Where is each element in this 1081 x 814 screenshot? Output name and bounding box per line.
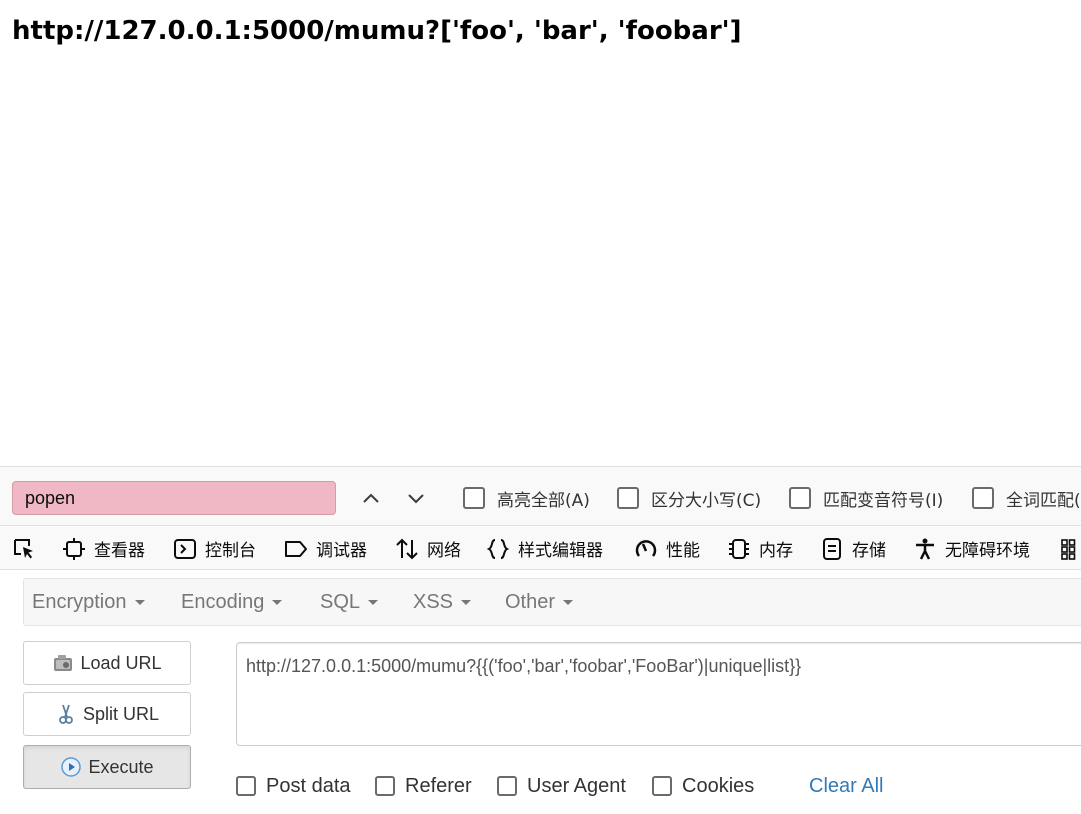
caret-down-icon: [368, 599, 379, 605]
match-case-label: 区分大小写(C): [651, 490, 762, 511]
find-input[interactable]: [12, 481, 336, 515]
storage-icon: [823, 537, 841, 560]
tab-inspector[interactable]: 查看器: [62, 527, 145, 570]
match-diacritics-option[interactable]: 匹配变音符号(I): [789, 484, 943, 512]
menu-sql[interactable]: SQL: [320, 579, 379, 625]
load-url-button[interactable]: Load URL: [23, 641, 191, 685]
menu-encoding[interactable]: Encoding: [181, 579, 283, 625]
match-diacritics-checkbox[interactable]: [789, 487, 811, 509]
scissors-icon: [59, 704, 73, 724]
tab-console[interactable]: 控制台: [173, 527, 256, 570]
clear-all-link[interactable]: Clear All: [809, 772, 883, 800]
debugger-icon: [285, 540, 307, 557]
tab-style-editor-label: 样式编辑器: [518, 541, 603, 561]
load-url-label: Load URL: [80, 652, 162, 673]
find-previous-button[interactable]: [356, 483, 386, 513]
execute-button[interactable]: Execute: [23, 745, 191, 789]
user-agent-label: User Agent: [527, 774, 626, 797]
tab-network[interactable]: 网络: [395, 527, 461, 570]
highlight-all-option[interactable]: 高亮全部(A): [463, 484, 590, 512]
page-heading: http://127.0.0.1:5000/mumu?['foo', 'bar'…: [12, 16, 742, 46]
tab-more-tools[interactable]: [1060, 527, 1081, 570]
tab-performance[interactable]: 性能: [634, 527, 700, 570]
tab-debugger[interactable]: 调试器: [284, 527, 367, 570]
hackbar-menu: Encryption Encoding SQL XSS Other: [23, 578, 1081, 626]
grid-icon: [1061, 538, 1076, 560]
post-data-checkbox[interactable]: [236, 776, 256, 796]
tab-accessibility-label: 无障碍环境: [945, 541, 1030, 561]
tab-storage-label: 存储: [852, 541, 886, 561]
tab-performance-label: 性能: [666, 541, 700, 561]
menu-encryption[interactable]: Encryption: [32, 579, 145, 625]
user-agent-option[interactable]: User Agent: [497, 772, 626, 800]
url-textarea[interactable]: http://127.0.0.1:5000/mumu?{{('foo','bar…: [236, 642, 1081, 746]
user-agent-checkbox[interactable]: [497, 776, 517, 796]
accessibility-icon: [916, 538, 934, 560]
console-icon: [174, 538, 196, 559]
load-url-icon: [54, 655, 73, 671]
tab-accessibility[interactable]: 无障碍环境: [913, 527, 1030, 570]
devtools-toolbar: 查看器 控制台 调试器 网络 样式编辑器 性能 内存 存储 无障碍环境: [0, 527, 1081, 570]
caret-down-icon: [272, 599, 283, 605]
tab-storage[interactable]: 存储: [820, 527, 886, 570]
tab-memory-label: 内存: [759, 541, 793, 561]
menu-encryption-label: Encryption: [32, 590, 127, 613]
tab-console-label: 控制台: [205, 541, 256, 561]
menu-xss[interactable]: XSS: [413, 579, 472, 625]
referer-option[interactable]: Referer: [375, 772, 472, 800]
network-icon: [396, 538, 418, 559]
find-next-button[interactable]: [401, 483, 431, 513]
performance-icon: [635, 539, 657, 557]
referer-label: Referer: [405, 774, 472, 797]
element-picker-button[interactable]: [12, 527, 44, 570]
match-diacritics-label: 匹配变音符号(I): [823, 490, 944, 511]
element-picker-icon: [14, 538, 33, 558]
whole-words-checkbox[interactable]: [972, 487, 994, 509]
caret-down-icon: [461, 599, 472, 605]
style-editor-icon: [486, 538, 510, 559]
menu-other[interactable]: Other: [505, 579, 574, 625]
chevron-up-icon: [363, 493, 379, 503]
post-data-option[interactable]: Post data: [236, 772, 351, 800]
match-case-checkbox[interactable]: [617, 487, 639, 509]
cookies-option[interactable]: Cookies: [652, 772, 754, 800]
caret-down-icon: [134, 599, 145, 605]
cookies-checkbox[interactable]: [652, 776, 672, 796]
execute-label: Execute: [88, 756, 154, 777]
play-icon: [61, 757, 82, 777]
tab-inspector-label: 查看器: [94, 541, 145, 561]
caret-down-icon: [563, 599, 574, 605]
cookies-label: Cookies: [682, 774, 755, 797]
memory-icon: [729, 538, 749, 559]
split-url-button[interactable]: Split URL: [23, 692, 191, 736]
tab-debugger-label: 调试器: [316, 541, 367, 561]
split-url-label: Split URL: [82, 703, 160, 724]
inspector-icon: [63, 537, 85, 560]
chevron-down-icon: [408, 494, 424, 504]
menu-other-label: Other: [505, 590, 556, 613]
menu-sql-label: SQL: [320, 590, 361, 613]
tab-network-label: 网络: [427, 541, 461, 561]
menu-encoding-label: Encoding: [181, 590, 265, 613]
tab-style-editor[interactable]: 样式编辑器: [486, 527, 603, 570]
post-data-label: Post data: [266, 774, 351, 797]
highlight-all-label: 高亮全部(A): [497, 490, 590, 511]
find-bar: 高亮全部(A) 区分大小写(C) 匹配变音符号(I) 全词匹配(: [0, 466, 1081, 526]
tab-memory[interactable]: 内存: [727, 527, 793, 570]
match-case-option[interactable]: 区分大小写(C): [617, 484, 761, 512]
whole-words-label: 全词匹配(: [1006, 490, 1081, 511]
referer-checkbox[interactable]: [375, 776, 395, 796]
menu-xss-label: XSS: [413, 590, 454, 613]
whole-words-option[interactable]: 全词匹配(: [972, 484, 1081, 512]
highlight-all-checkbox[interactable]: [463, 487, 485, 509]
